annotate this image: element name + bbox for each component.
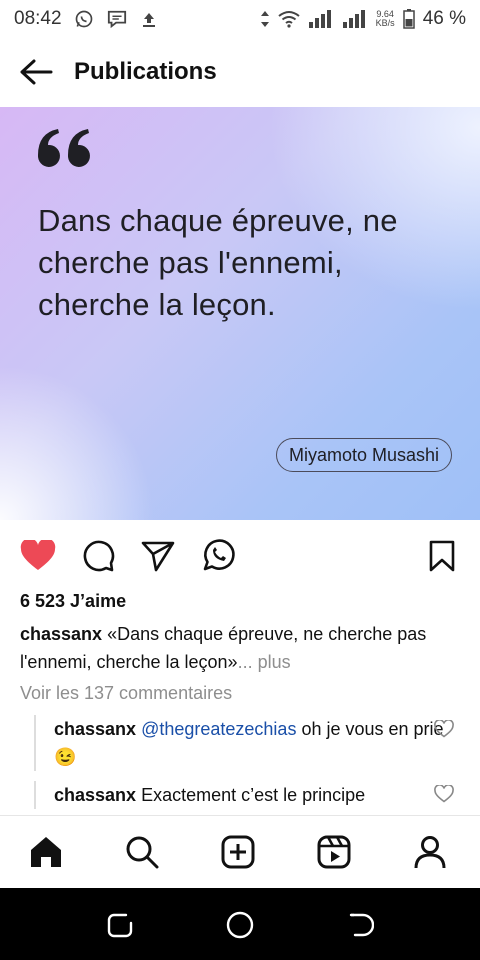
action-bar (0, 530, 480, 580)
share-button[interactable] (138, 536, 178, 576)
comment-item: chassanx @thegreatezechias oh je vous en… (34, 715, 454, 771)
recents-icon (107, 913, 133, 938)
wifi-icon (278, 10, 300, 28)
comment-text: Exactement c’est le principe (141, 785, 366, 805)
back-icon (349, 913, 374, 937)
nav-reels[interactable] (314, 832, 354, 872)
heart-outline-icon (434, 784, 454, 803)
nav-profile[interactable] (410, 832, 450, 872)
back-button[interactable] (16, 52, 56, 92)
post-image[interactable]: Dans chaque épreuve, ne cherche pas l'en… (0, 107, 480, 520)
heart-icon (20, 540, 56, 570)
home-circle-icon (226, 911, 254, 939)
like-button[interactable] (18, 536, 58, 576)
system-nav-bar (0, 888, 480, 960)
whatsapp-share-button[interactable] (198, 536, 238, 576)
send-icon (141, 541, 175, 572)
comment-like-button[interactable] (434, 719, 454, 743)
comment-username[interactable]: chassanx (54, 719, 136, 739)
quote-mark-icon (34, 125, 96, 176)
page-title: Publications (74, 58, 217, 85)
caption-username[interactable]: chassanx (20, 624, 102, 644)
reels-icon (317, 835, 351, 869)
signal-icon-2 (342, 10, 368, 28)
nav-create[interactable] (218, 832, 258, 872)
upload-icon (140, 10, 158, 28)
bookmark-icon (429, 540, 455, 572)
quote-text: Dans chaque épreuve, ne cherche pas l'en… (38, 203, 398, 322)
message-icon (106, 9, 128, 29)
home-icon (31, 837, 61, 867)
search-icon (126, 836, 159, 869)
bottom-nav (0, 815, 480, 889)
add-post-icon (221, 835, 255, 869)
likes-count[interactable]: 6 523 J’aime (20, 591, 126, 612)
status-time: 08:42 (14, 8, 62, 29)
comment-icon (83, 540, 115, 572)
status-bar: 08:42 9.64 KB/s 46 % (0, 0, 480, 38)
battery-percent: 46 % (422, 8, 466, 29)
view-comments-link[interactable]: Voir les 137 commentaires (20, 683, 232, 704)
comment-item: chassanx Exactement c’est le principe (34, 781, 454, 809)
nav-search[interactable] (122, 832, 162, 872)
data-arrows-icon (260, 10, 270, 28)
nav-home[interactable] (26, 832, 66, 872)
whatsapp-icon (74, 9, 94, 29)
header: Publications (0, 38, 480, 106)
comment-button[interactable] (78, 536, 118, 576)
network-speed: 9.64 KB/s (375, 9, 395, 28)
heart-outline-icon (434, 719, 454, 738)
arrow-left-icon (20, 59, 53, 85)
system-recents-button[interactable] (103, 908, 137, 942)
whatsapp-icon (203, 539, 235, 571)
system-back-button[interactable] (343, 908, 377, 942)
save-button[interactable] (422, 536, 462, 576)
battery-icon (402, 9, 415, 29)
profile-icon (414, 836, 446, 869)
post-caption: chassanx «Dans chaque épreuve, ne cherch… (20, 620, 460, 676)
caption-more-link[interactable]: ... plus (238, 652, 291, 672)
signal-icon (308, 10, 334, 28)
quote-author: Miyamoto Musashi (276, 438, 453, 472)
comment-like-button[interactable] (434, 784, 454, 808)
system-home-button[interactable] (223, 908, 257, 942)
comment-username[interactable]: chassanx (54, 785, 136, 805)
comment-mention[interactable]: @thegreatezechias (141, 719, 296, 739)
